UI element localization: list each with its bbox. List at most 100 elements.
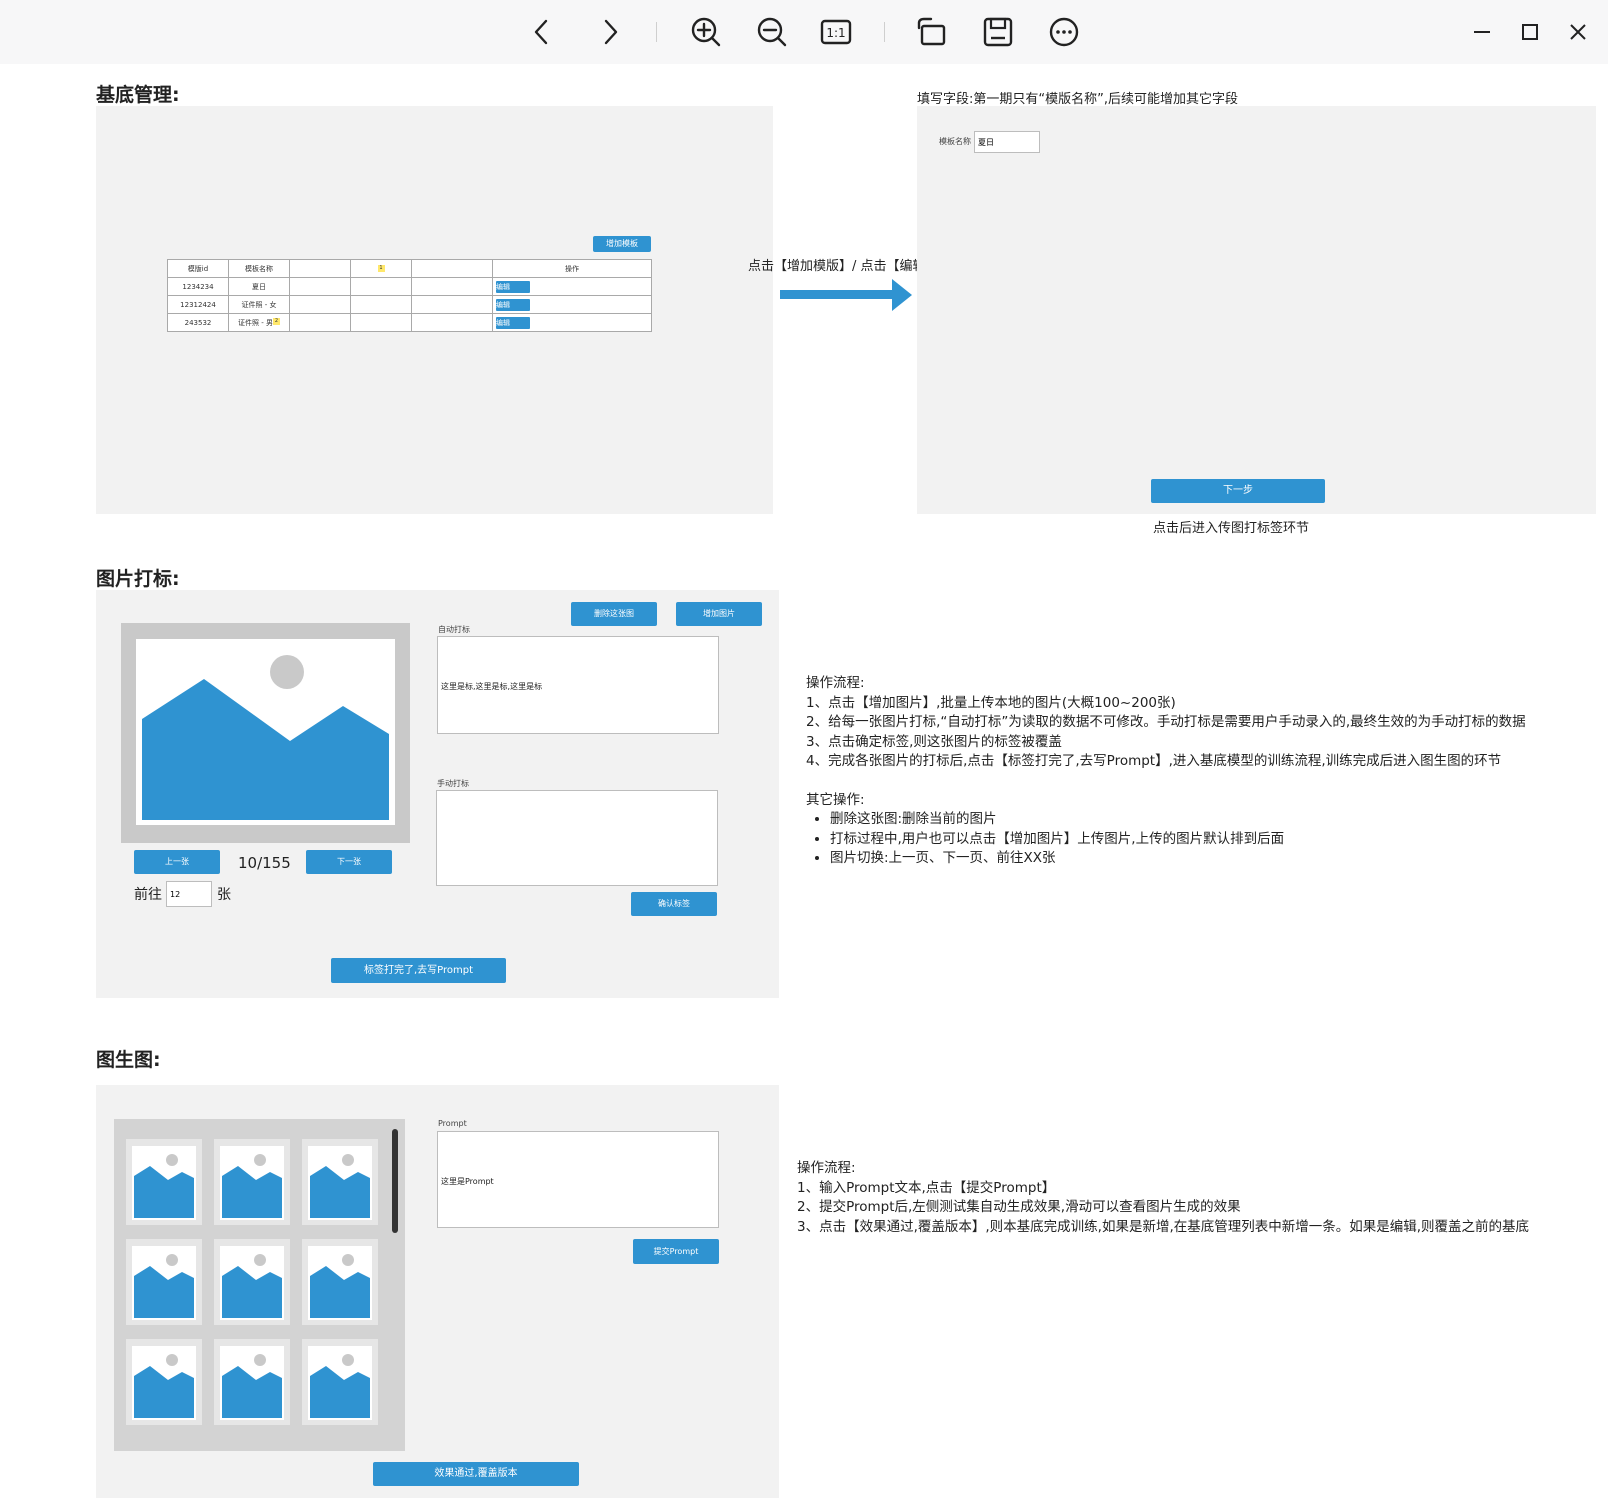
template-list-panel: 增加模板 模版id 模板名称 1 操作 1234234 夏日 编辑 123124…: [96, 106, 773, 514]
table-header: [411, 259, 493, 278]
image-placeholder-icon: [222, 1154, 282, 1218]
goto-prefix: 前往: [134, 887, 162, 903]
edit-button[interactable]: 编辑: [496, 316, 530, 329]
viewer-toolbar: 1:1: [0, 0, 1608, 64]
save-icon[interactable]: [980, 14, 1016, 50]
template-name-input[interactable]: [974, 131, 1040, 153]
actual-size-icon[interactable]: 1:1: [818, 14, 854, 50]
generated-image-thumb[interactable]: [126, 1139, 202, 1225]
image-preview-frame: [121, 623, 410, 843]
other-op-item: 打标过程中,用户也可以点击【增加图片】上传图片,上传的图片默认排到后面: [830, 830, 1526, 850]
zoom-in-icon[interactable]: [688, 14, 724, 50]
generated-image-thumb[interactable]: [126, 1239, 202, 1325]
auto-label-box: 这里是标,这里是标,这里是标: [437, 636, 719, 734]
minimize-icon[interactable]: [1464, 14, 1500, 50]
process-step: 3、点击【效果通过,覆盖版本】,则本基底完成训练,如果是新增,在基底管理列表中新…: [797, 1218, 1530, 1235]
process-step: 3、点击确定标签,则这张图片的标签被覆盖: [806, 733, 1062, 750]
prompt-text: 这里是Prompt: [441, 1177, 494, 1186]
other-ops-title: 其它操作:: [806, 791, 865, 808]
template-form-panel: 模板名称 下一步: [917, 106, 1596, 514]
image-placeholder-icon: [134, 1254, 194, 1318]
maximize-icon[interactable]: [1512, 14, 1548, 50]
add-image-button[interactable]: 增加图片: [676, 602, 762, 626]
comment-flag: 2: [272, 317, 280, 325]
generated-image-thumb[interactable]: [302, 1239, 378, 1325]
table-header: 模版id: [167, 259, 229, 278]
close-icon[interactable]: [1560, 14, 1596, 50]
table-header: 1: [350, 259, 412, 278]
table-header: 模板名称: [228, 259, 290, 278]
img2img-panel: Prompt 这里是Prompt 提交Prompt 效果通过,覆盖版本: [96, 1085, 779, 1498]
other-ops-list: 删除这张图:删除当前的图片 打标过程中,用户也可以点击【增加图片】上传图片,上传…: [806, 810, 1526, 869]
image-preview: [136, 639, 395, 825]
generated-image-thumb[interactable]: [214, 1139, 290, 1225]
process-step: 1、点击【增加图片】,批量上传本地的图片(大概100~200张): [806, 694, 1176, 711]
table-header: 操作: [492, 259, 652, 278]
image-placeholder-icon: [142, 655, 389, 820]
generated-image-thumb[interactable]: [126, 1339, 202, 1425]
section-title-img2img: 图生图:: [96, 1049, 161, 1071]
table-row: 243532 证件照 - 男2 编辑: [167, 313, 652, 332]
template-table: 模版id 模板名称 1 操作 1234234 夏日 编辑 12312424 证件…: [167, 259, 652, 332]
test-image-grid[interactable]: [114, 1119, 405, 1451]
manual-label-title: 手动打标: [437, 779, 469, 788]
toolbar-separator: [656, 22, 657, 42]
process-title: 操作流程:: [806, 675, 865, 691]
auto-label-text: 这里是标,这里是标,这里是标: [441, 682, 543, 691]
table-row: 12312424 证件照 - 女 编辑: [167, 295, 652, 314]
template-id: 243532: [167, 313, 229, 332]
process-step: 2、给每一张图片打标,“自动打标”为读取的数据不可修改。手动打标是需要用户手动录…: [806, 714, 1526, 730]
prev-image-button[interactable]: 上一张: [134, 850, 220, 874]
process-step: 1、输入Prompt文本,点击【提交Prompt】: [797, 1179, 1056, 1196]
goto-page-input[interactable]: [166, 881, 212, 907]
other-op-item: 图片切换:上一页、下一页、前往XX张: [830, 849, 1526, 869]
prompt-title: Prompt: [438, 1119, 467, 1128]
approve-overwrite-button[interactable]: 效果通过,覆盖版本: [373, 1462, 579, 1486]
next-step-button[interactable]: 下一步: [1151, 479, 1325, 503]
comment-flag: 1: [377, 264, 385, 272]
add-template-button[interactable]: 增加模板: [593, 236, 651, 252]
delete-image-button[interactable]: 删除这张图: [571, 602, 657, 626]
edit-button[interactable]: 编辑: [496, 280, 530, 293]
prompt-input[interactable]: 这里是Prompt: [437, 1131, 719, 1228]
image-placeholder-icon: [134, 1354, 194, 1418]
generated-image-thumb[interactable]: [302, 1339, 378, 1425]
confirm-label-button[interactable]: 确认标签: [631, 892, 717, 916]
auto-label-title: 自动打标: [438, 625, 470, 634]
rotate-icon[interactable]: [914, 14, 950, 50]
labeling-panel: 删除这张图 增加图片 上一张 10/155 下一张 前往 张 自动打标 这里是标…: [96, 590, 779, 998]
zoom-out-icon[interactable]: [754, 14, 790, 50]
image-placeholder-icon: [310, 1254, 370, 1318]
generated-image-thumb[interactable]: [214, 1239, 290, 1325]
other-op-item: 删除这张图:删除当前的图片: [830, 810, 1526, 830]
generated-image-thumb[interactable]: [214, 1339, 290, 1425]
process-step: 4、完成各张图片的打标后,点击【标签打完了,去写Prompt】,进入基底模型的训…: [806, 753, 1502, 769]
flow-arrow-icon: [780, 278, 914, 312]
field-note: 填写字段:第一期只有“模版名称”,后续可能增加其它字段: [917, 92, 1238, 107]
next-image-button[interactable]: 下一张: [306, 850, 392, 874]
finish-labeling-button[interactable]: 标签打完了,去写Prompt: [331, 958, 506, 983]
generated-image-thumb[interactable]: [302, 1139, 378, 1225]
template-id: 1234234: [167, 277, 229, 296]
template-name: 证件照 - 男: [238, 318, 273, 327]
image-placeholder-icon: [310, 1354, 370, 1418]
table-header: [289, 259, 351, 278]
table-row: 1234234 夏日 编辑: [167, 277, 652, 296]
template-name: 证件照 - 女: [228, 295, 290, 314]
section-title-base: 基底管理:: [96, 84, 180, 106]
image-placeholder-icon: [222, 1254, 282, 1318]
edit-button[interactable]: 编辑: [496, 298, 530, 311]
labeling-process-notes: 操作流程: 1、点击【增加图片】,批量上传本地的图片(大概100~200张) 2…: [806, 674, 1526, 869]
submit-prompt-button[interactable]: 提交Prompt: [633, 1239, 719, 1264]
image-placeholder-icon: [134, 1154, 194, 1218]
manual-label-input[interactable]: [436, 790, 718, 886]
img2img-process-notes: 操作流程: 1、输入Prompt文本,点击【提交Prompt】 2、提交Prom…: [797, 1159, 1529, 1237]
grid-scrollbar[interactable]: [392, 1129, 398, 1233]
template-name-cell: 证件照 - 男2: [228, 313, 290, 332]
back-icon[interactable]: [524, 14, 560, 50]
table-header-row: 模版id 模板名称 1 操作: [167, 259, 652, 278]
forward-icon[interactable]: [592, 14, 628, 50]
image-counter: 10/155: [238, 854, 291, 872]
more-icon[interactable]: [1046, 14, 1082, 50]
after-note: 点击后进入传图打标签环节: [1153, 521, 1310, 536]
